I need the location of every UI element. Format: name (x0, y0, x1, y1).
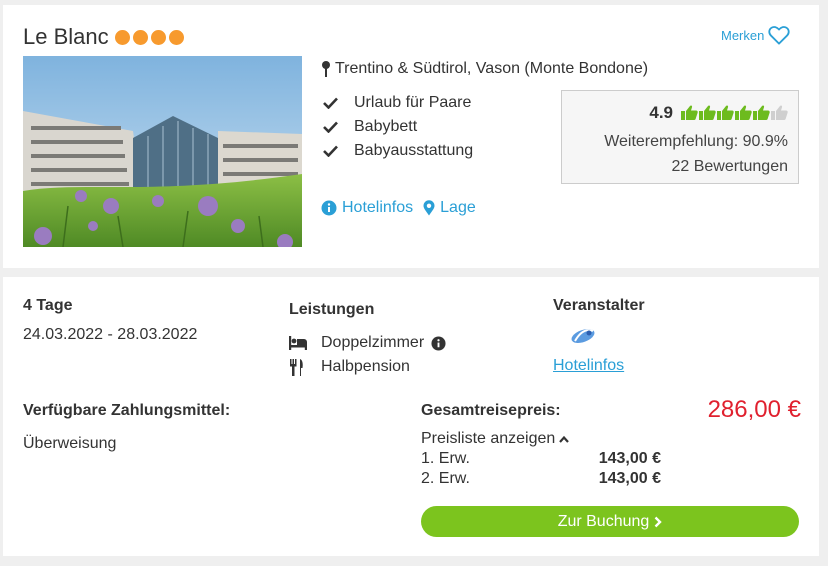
chevron-up-icon (559, 435, 570, 443)
cutlery-icon (290, 358, 303, 376)
hotelinfos-link[interactable]: Hotelinfos (321, 199, 413, 217)
info-icon (321, 200, 337, 216)
check-icon (323, 145, 338, 157)
thumbs-up-icon (735, 105, 752, 120)
location-link[interactable]: Lage (423, 199, 476, 217)
offer-card: 4 Tage 24.03.2022 - 28.03.2022 Leistunge… (3, 277, 819, 556)
map-marker-icon (423, 200, 435, 216)
review-score-row: 4.9 (649, 103, 788, 123)
price-list-toggle[interactable]: Preisliste anzeigen (421, 429, 661, 449)
room-label: Doppelzimmer (321, 334, 425, 351)
operator-hotelinfos-link[interactable]: Hotelinfos (553, 357, 624, 375)
thumbs-up-icon (681, 105, 698, 120)
feature-item: Babyausstattung (321, 139, 473, 163)
price-list: Preisliste anzeigen 1. Erw. 143,00 € 2. … (421, 429, 661, 489)
feature-item: Babybett (321, 115, 473, 139)
hotel-links: Hotelinfos Lage (321, 199, 476, 217)
price-row: 2. Erw. 143,00 € (421, 469, 661, 489)
save-button[interactable]: Merken (721, 25, 790, 45)
check-icon (323, 121, 338, 133)
rating-dot (114, 29, 130, 45)
hotel-card: Le Blanc Merken Trentino & Südtirol, Vas… (3, 5, 819, 268)
map-pin-icon (322, 61, 330, 77)
rating-dot (132, 29, 148, 45)
service-room: Doppelzimmer (289, 331, 446, 355)
total-price-label: Gesamtreisepreis: (421, 402, 561, 419)
services-list: Doppelzimmer Halbpension (289, 331, 446, 379)
trip-dates: 24.03.2022 - 28.03.2022 (23, 326, 198, 343)
trip-duration: 4 Tage (23, 297, 73, 314)
rating-dot (168, 29, 184, 45)
review-count: 22 Bewertungen (671, 158, 788, 175)
operator-logo (569, 325, 597, 352)
hotelinfos-label: Hotelinfos (342, 199, 414, 216)
services-title: Leistungen (289, 301, 375, 318)
hotel-rating-dots (114, 29, 184, 45)
payment-method: Überweisung (23, 435, 117, 452)
board-label: Halbpension (321, 358, 410, 375)
recommend-rate: Weiterempfehlung: 90.9% (604, 133, 788, 150)
hotel-location: Trentino & Südtirol, Vason (Monte Bondon… (321, 60, 648, 78)
payment-title: Verfügbare Zahlungsmittel: (23, 402, 231, 419)
feature-label: Babyausstattung (354, 142, 474, 159)
price-row-value: 143,00 € (598, 470, 661, 487)
hotel-photo[interactable] (23, 56, 302, 247)
thumbs-up-icon (699, 105, 716, 120)
service-board: Halbpension (289, 355, 446, 379)
price-row-label: 2. Erw. (421, 470, 470, 487)
check-icon (323, 97, 338, 109)
thumbs-up-icon (771, 105, 788, 120)
thumbs-up-icon (753, 105, 770, 120)
rating-dot (150, 29, 166, 45)
feature-label: Babybett (354, 118, 418, 135)
review-box[interactable]: 4.9 Weiterempfehlung: 90.9% 22 Bewertung… (561, 90, 799, 184)
location-label: Lage (440, 199, 476, 216)
hotel-image (23, 56, 302, 247)
save-label: Merken (721, 27, 765, 43)
hotel-title: Le Blanc (23, 24, 184, 50)
heart-icon (768, 26, 790, 45)
price-list-toggle-label: Preisliste anzeigen (421, 430, 556, 447)
bed-icon (289, 336, 307, 350)
feature-item: Urlaub für Paare (321, 91, 473, 115)
price-row-value: 143,00 € (598, 450, 661, 467)
feature-list: Urlaub für Paare Babybett Babyausstattun… (321, 91, 473, 163)
thumbs-up-icon (717, 105, 734, 120)
location-text: Trentino & Südtirol, Vason (Monte Bondon… (335, 60, 649, 77)
feature-label: Urlaub für Paare (354, 94, 472, 111)
operator-title: Veranstalter (553, 297, 645, 314)
hotel-name[interactable]: Le Blanc (23, 24, 109, 50)
book-button-label: Zur Buchung (557, 512, 650, 530)
price-row: 1. Erw. 143,00 € (421, 449, 661, 469)
chevron-right-icon (654, 516, 662, 527)
total-price: 286,00 € (707, 396, 801, 423)
book-button[interactable]: Zur Buchung (421, 506, 799, 537)
price-row-label: 1. Erw. (421, 450, 470, 467)
review-thumbs (681, 105, 788, 121)
info-icon[interactable] (431, 335, 446, 351)
review-score: 4.9 (649, 103, 673, 122)
